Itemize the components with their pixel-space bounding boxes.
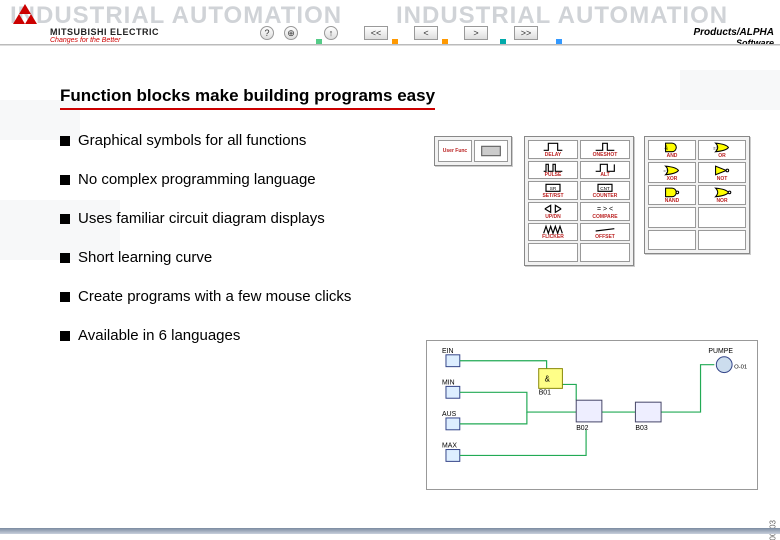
toolbar-userfunc: User Func (434, 136, 512, 166)
palette-cell[interactable]: UP/DN (528, 202, 578, 221)
content-area: Function blocks make building programs e… (60, 86, 740, 366)
bullet-icon (60, 331, 70, 341)
first-button[interactable]: << (364, 26, 388, 40)
palette-cell[interactable] (698, 207, 746, 227)
bullet-text: No complex programming language (78, 171, 316, 188)
svg-text:SR: SR (550, 186, 557, 191)
palette-cell[interactable]: FLICKER (528, 223, 578, 242)
toolbar-functions: DELAY ONESHOT PULSE ALT SR SET/RST CNT COU… (524, 136, 634, 266)
svg-text:B01: B01 (539, 389, 551, 396)
bullet-text: Short learning curve (78, 249, 212, 266)
top-bar: INDUSTRIAL AUTOMATION INDUSTRIAL AUTOMAT… (0, 0, 780, 44)
palette-cell[interactable]: SR SET/RST (528, 181, 578, 200)
last-button[interactable]: >> (514, 26, 538, 40)
cell-label: XOR (667, 177, 678, 182)
cell-label: COUNTER (593, 194, 618, 199)
header-rule (0, 44, 780, 46)
cell-label: NAND (665, 199, 679, 204)
svg-text:O-01: O-01 (734, 365, 747, 371)
cell-label: ALT (600, 173, 609, 178)
svg-text:MAX: MAX (442, 443, 457, 450)
toolbar-logic: & AND ≥1OR =1 XOR NOT NAND NOR (644, 136, 750, 254)
cell-label: SET/RST (542, 194, 563, 199)
list-item: Short learning curve (60, 249, 740, 266)
bullet-text: Create programs with a few mouse clicks (78, 288, 351, 305)
cell-label: PULSE (545, 173, 562, 178)
palette-cell[interactable]: NAND (648, 185, 696, 205)
palette-cell[interactable] (528, 243, 578, 262)
cell-label: NOR (716, 199, 727, 204)
list-item: Uses familiar circuit diagram displays (60, 210, 740, 227)
bullet-text: Graphical symbols for all functions (78, 132, 306, 149)
cell-label: OR (718, 154, 726, 159)
bullet-icon (60, 292, 70, 302)
breadcrumb-main: Products/ALPHA (693, 27, 774, 38)
cell-label: User Func (443, 149, 467, 154)
target-button[interactable]: ⊕ (284, 26, 298, 40)
mitsubishi-logo-icon (6, 4, 44, 36)
palette-cell[interactable] (648, 207, 696, 227)
list-item: Graphical symbols for all functions (60, 132, 740, 149)
palette-cell[interactable]: User Func (438, 140, 472, 162)
bullet-icon (60, 175, 70, 185)
palette-cell[interactable]: CNT COUNTER (580, 181, 630, 200)
palette-cell[interactable] (474, 140, 508, 162)
bullet-icon (60, 214, 70, 224)
palette-cell[interactable]: NOT (698, 162, 746, 182)
footer-rule (0, 528, 780, 534)
bullet-icon (60, 136, 70, 146)
palette-cell[interactable]: OFFSET (580, 223, 630, 242)
svg-text:CNT: CNT (600, 186, 610, 191)
cell-label: NOT (717, 177, 728, 182)
svg-text:B03: B03 (635, 425, 647, 432)
next-button[interactable]: > (464, 26, 488, 40)
svg-text:AUS: AUS (442, 411, 457, 418)
svg-text:PUMPE: PUMPE (708, 348, 733, 355)
palette-cell[interactable]: & AND (648, 140, 696, 160)
palette-cell[interactable] (580, 243, 630, 262)
svg-text:&: & (664, 146, 668, 152)
palette-cell[interactable]: PULSE (528, 161, 578, 180)
cell-label: OFFSET (595, 235, 615, 240)
list-item: Create programs with a few mouse clicks (60, 288, 740, 305)
cell-label: AND (667, 154, 678, 159)
help-button[interactable]: ? (260, 26, 274, 40)
palette-cell[interactable]: ≥1OR (698, 140, 746, 160)
cell-label: FLICKER (542, 235, 564, 240)
palette-cell[interactable]: ALT (580, 161, 630, 180)
bullet-text: Uses familiar circuit diagram displays (78, 210, 325, 227)
palette-cell[interactable]: DELAY (528, 140, 578, 159)
page-title: Function blocks make building programs e… (60, 86, 435, 110)
svg-text:=1: =1 (663, 168, 669, 173)
svg-text:≥1: ≥1 (713, 146, 718, 151)
palette-cell[interactable] (698, 230, 746, 250)
bullet-text: Available in 6 languages (78, 327, 240, 344)
svg-text:= > <: = > < (597, 206, 613, 213)
palette-cell[interactable] (648, 230, 696, 250)
cell-label: COMPARE (592, 215, 617, 220)
brand-text: MITSUBISHI ELECTRIC (50, 27, 159, 37)
svg-text:B02: B02 (576, 425, 588, 432)
up-button[interactable]: ↑ (324, 26, 338, 40)
palette-cell[interactable]: =1 XOR (648, 162, 696, 182)
cell-label: DELAY (545, 153, 562, 158)
cell-label: ONESHOT (593, 153, 618, 158)
bullet-list: Graphical symbols for all functions No c… (60, 132, 740, 344)
palette-cell[interactable]: ONESHOT (580, 140, 630, 159)
palette-cell[interactable]: = > < COMPARE (580, 202, 630, 221)
svg-text:MIN: MIN (442, 379, 455, 386)
svg-text:EIN: EIN (442, 348, 454, 355)
function-block-diagram: EIN MIN AUS MAX & B01 B02 B03 PUMPE O-01 (426, 340, 758, 490)
palette-cell[interactable]: NOR (698, 185, 746, 205)
svg-text:&: & (545, 374, 551, 383)
prev-button[interactable]: < (414, 26, 438, 40)
bullet-icon (60, 253, 70, 263)
presentation-nav: ? ⊕ ↑ << < > >> (260, 26, 538, 40)
list-item: No complex programming language (60, 171, 740, 188)
cell-label: UP/DN (545, 215, 561, 220)
